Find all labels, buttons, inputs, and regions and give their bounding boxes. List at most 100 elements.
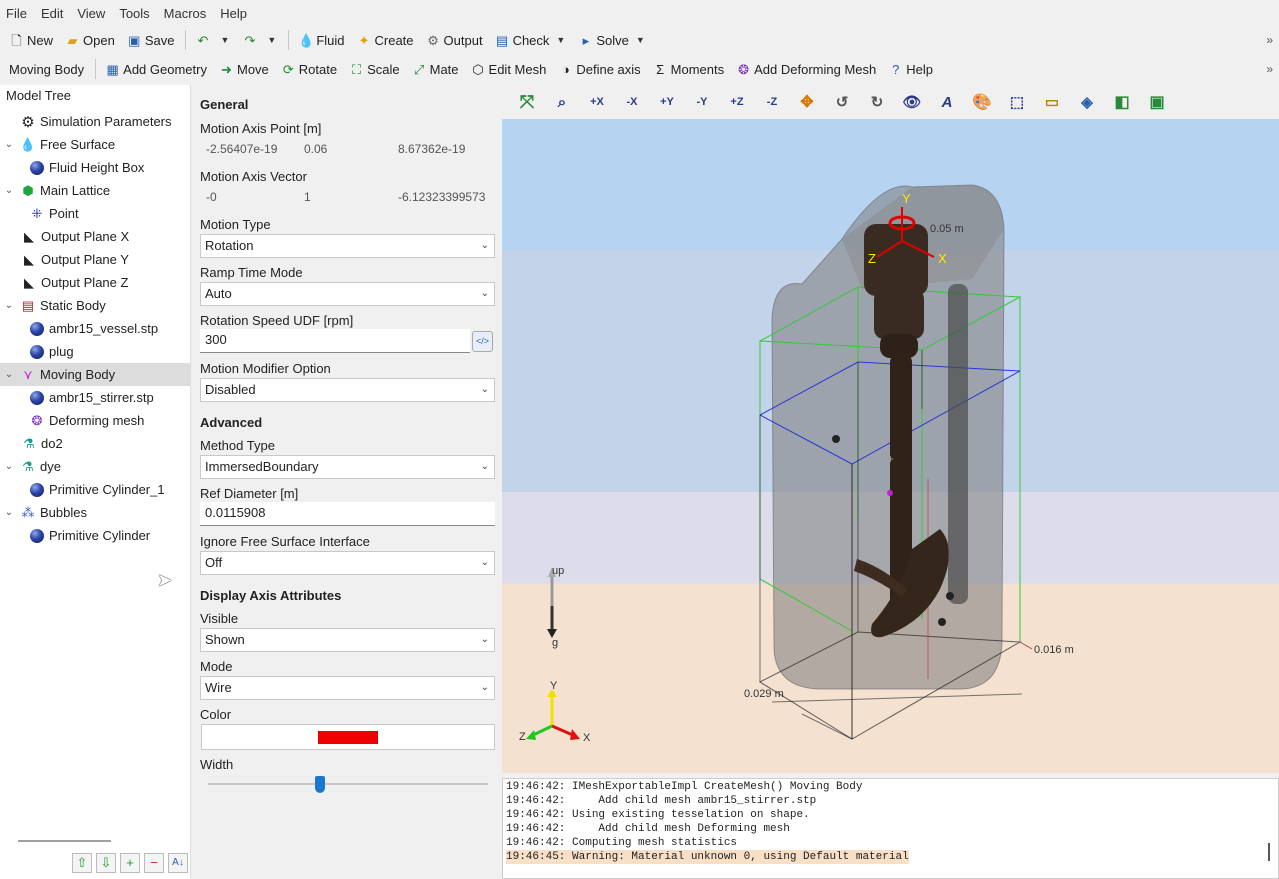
solve-button[interactable]: ▸ Solve (573, 29, 634, 51)
tree-item-output-plane-z[interactable]: ◣ Output Plane Z (0, 271, 190, 294)
rotate-minus-90-icon[interactable]: ↺ (827, 89, 857, 115)
rotation-speed-input[interactable]: 300 (200, 329, 470, 353)
toolbar-overflow-icon[interactable]: » (1266, 62, 1273, 76)
tree-item-primitive-cylinder-1[interactable]: Primitive Cylinder_1 (0, 478, 190, 501)
view-minus-x-icon[interactable]: -X (617, 89, 647, 115)
check-button[interactable]: ▤ Check (490, 29, 555, 51)
method-type-select[interactable]: ImmersedBoundary ⌄ (200, 455, 495, 479)
motion-type-select[interactable]: Rotation ⌄ (200, 234, 495, 258)
menu-file[interactable]: File (6, 6, 35, 21)
udf-editor-icon[interactable]: </> (472, 331, 493, 352)
tree-item-dye[interactable]: ⌄ ⚗ dye (0, 455, 190, 478)
clip-plane-icon[interactable]: ◈ (1072, 89, 1102, 115)
ref-diameter-input[interactable]: 0.0115908 (200, 502, 495, 526)
collapse-icon[interactable]: ⌄ (3, 300, 15, 311)
tree-item-plug[interactable]: plug (0, 340, 190, 363)
rotate-button[interactable]: ⟳ Rotate (276, 58, 342, 80)
mode-select[interactable]: Wire ⌄ (200, 676, 495, 700)
tree-item-ambr15-stirrer[interactable]: ambr15_stirrer.stp (0, 386, 190, 409)
undo-button[interactable]: ↶ (190, 29, 218, 51)
tree-item-bubbles[interactable]: ⌄ ⁂ Bubbles (0, 501, 190, 524)
tree-item-free-surface[interactable]: ⌄ 💧 Free Surface (0, 133, 190, 156)
collapse-icon[interactable]: ⌄ (3, 185, 15, 196)
collapse-icon[interactable]: ⌄ (3, 139, 15, 150)
scale-button[interactable]: ⛶ Scale (344, 58, 405, 80)
edit-mesh-button[interactable]: ⬡ Edit Mesh (466, 58, 552, 80)
tree-item-do2[interactable]: ⚗ do2 (0, 432, 190, 455)
log-console[interactable]: 19:46:42: IMeshExportableImpl CreateMesh… (502, 778, 1279, 879)
axis-vector-z[interactable]: -6.12323399573 (396, 190, 494, 204)
width-slider-thumb[interactable] (315, 776, 325, 793)
tree-item-moving-body[interactable]: ⌄ ⋎ Moving Body (0, 363, 190, 386)
visible-select[interactable]: Shown ⌄ (200, 628, 495, 652)
text-annotation-icon[interactable]: A (932, 89, 962, 115)
isometric-view-icon[interactable]: ✥ (792, 89, 822, 115)
ramp-time-select[interactable]: Auto ⌄ (200, 282, 495, 306)
view-plus-x-icon[interactable]: +X (582, 89, 612, 115)
wireframe-view-icon[interactable]: ▣ (1142, 89, 1172, 115)
motion-modifier-select[interactable]: Disabled ⌄ (200, 378, 495, 402)
zoom-box-icon[interactable]: ⌕ (547, 89, 577, 115)
move-down-button[interactable]: ⇩ (96, 853, 116, 873)
tree-item-point[interactable]: ⁜ Point (0, 202, 190, 225)
collapse-icon[interactable]: ⌄ (3, 461, 15, 472)
toolbar-overflow-icon[interactable]: » (1266, 33, 1273, 47)
tree-item-fluid-height-box[interactable]: Fluid Height Box (0, 156, 190, 179)
create-button[interactable]: ✦ Create (352, 29, 419, 51)
log-scrollbar[interactable] (1268, 843, 1270, 861)
axis-vector-y[interactable]: 1 (300, 190, 396, 204)
menu-tools[interactable]: Tools (119, 6, 157, 21)
fluid-button[interactable]: 💧 Fluid (293, 29, 349, 51)
output-button[interactable]: ⚙ Output (421, 29, 488, 51)
palette-icon[interactable]: 🎨 (967, 89, 997, 115)
add-geometry-button[interactable]: ▦ Add Geometry (100, 58, 212, 80)
move-up-button[interactable]: ⇧ (72, 853, 92, 873)
horizontal-scrollbar[interactable] (18, 840, 111, 842)
ignore-free-surface-select[interactable]: Off ⌄ (200, 551, 495, 575)
tree-item-primitive-cylinder[interactable]: Primitive Cylinder (0, 524, 190, 547)
add-deforming-mesh-button[interactable]: ❂ Add Deforming Mesh (731, 58, 881, 80)
sort-button[interactable]: A↓ (168, 853, 188, 873)
new-button[interactable]: 🗋 New (4, 29, 58, 51)
visibility-icon[interactable]: 👁 (897, 89, 927, 115)
help-button[interactable]: ? Help (883, 58, 938, 80)
axis-vector-x[interactable]: -0 (200, 190, 300, 204)
solid-view-icon[interactable]: ◧ (1107, 89, 1137, 115)
tree-item-output-plane-x[interactable]: ◣ Output Plane X (0, 225, 190, 248)
menu-view[interactable]: View (77, 6, 113, 21)
tree-item-deforming-mesh[interactable]: ❂ Deforming mesh (0, 409, 190, 432)
axis-point-x[interactable]: -2.56407e-19 (200, 142, 300, 156)
perspective-cube-icon[interactable]: ⬚ (1002, 89, 1032, 115)
rotate-plus-90-icon[interactable]: ↻ (862, 89, 892, 115)
axis-point-y[interactable]: 0.06 (300, 142, 396, 156)
menu-macros[interactable]: Macros (164, 6, 215, 21)
redo-button[interactable]: ↷ (237, 29, 265, 51)
view-minus-z-icon[interactable]: -Z (757, 89, 787, 115)
view-minus-y-icon[interactable]: -Y (687, 89, 717, 115)
view-plus-y-icon[interactable]: +Y (652, 89, 682, 115)
mate-button[interactable]: ⤢ Mate (407, 58, 464, 80)
width-slider-track[interactable] (208, 783, 488, 785)
menu-edit[interactable]: Edit (41, 6, 71, 21)
collapse-icon[interactable]: ⌄ (3, 369, 15, 380)
open-button[interactable]: ▰ Open (60, 29, 120, 51)
solve-dropdown-icon[interactable]: ▼ (636, 35, 645, 45)
tree-item-simulation-parameters[interactable]: ⚙ Simulation Parameters (0, 110, 190, 133)
axis-point-z[interactable]: 8.67362e-19 (396, 142, 494, 156)
tree-item-main-lattice[interactable]: ⌄ ⬢ Main Lattice (0, 179, 190, 202)
check-dropdown-icon[interactable]: ▼ (556, 35, 565, 45)
color-picker[interactable] (201, 724, 495, 750)
save-button[interactable]: ▣ Save (122, 29, 180, 51)
moments-button[interactable]: Σ Moments (648, 58, 729, 80)
tree-item-ambr15-vessel[interactable]: ambr15_vessel.stp (0, 317, 190, 340)
add-item-button[interactable]: + (120, 853, 140, 873)
ruler-icon[interactable]: ▭ (1037, 89, 1067, 115)
tree-item-static-body[interactable]: ⌄ ▤ Static Body (0, 294, 190, 317)
fit-all-icon[interactable]: ⤧ (512, 89, 542, 115)
menu-help[interactable]: Help (220, 6, 255, 21)
view-plus-z-icon[interactable]: +Z (722, 89, 752, 115)
3d-viewport[interactable]: + Y Z X 0.05 m 0.016 m 0.029 m up g Y X … (502, 119, 1279, 773)
collapse-icon[interactable]: ⌄ (3, 507, 15, 518)
undo-dropdown-icon[interactable]: ▼ (220, 35, 229, 45)
define-axis-button[interactable]: ◑ Define axis (553, 58, 645, 80)
